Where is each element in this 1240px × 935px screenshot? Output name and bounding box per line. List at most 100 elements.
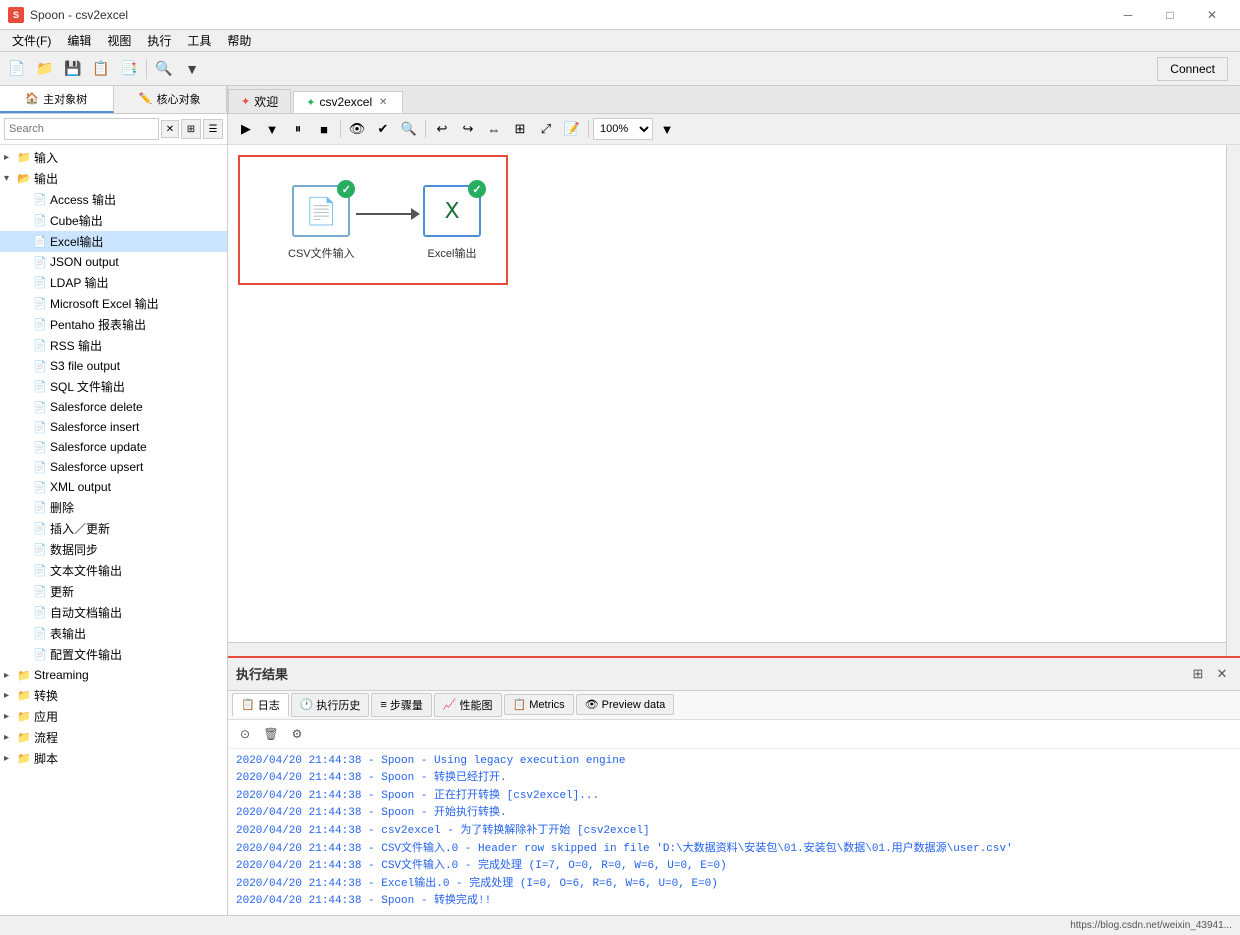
steps-tab-label: 步骤量 (390, 697, 423, 713)
notes-button[interactable]: 📝 (560, 117, 584, 141)
folder-icon: 📁 (16, 150, 32, 166)
align-button[interactable]: ⇔ (482, 117, 506, 141)
tab-csv2excel[interactable]: ✦ csv2excel ✕ (293, 91, 403, 113)
tree-item-Excel输出[interactable]: 📄Excel输出 (0, 231, 227, 252)
tree-item-转换[interactable]: ▸📁转换 (0, 685, 227, 706)
close-button[interactable]: ✕ (1192, 1, 1232, 29)
tree-item-脚本[interactable]: ▸📁脚本 (0, 748, 227, 769)
check-button[interactable]: ✔ (371, 117, 395, 141)
tree-item-更新[interactable]: 📄更新 (0, 581, 227, 602)
tree-item-RSS_输出[interactable]: 📄RSS 输出 (0, 335, 227, 356)
tree-item-XML_output[interactable]: 📄XML output (0, 477, 227, 497)
tree-item-Streaming[interactable]: ▸📁Streaming (0, 665, 227, 685)
leaf-icon: 📄 (32, 419, 48, 435)
tree-item-Access_输出[interactable]: 📄Access 输出 (0, 189, 227, 210)
tree-item-label: Streaming (34, 668, 89, 682)
tree-expand-button[interactable]: ⊞ (181, 119, 201, 139)
menu-run[interactable]: 执行 (139, 30, 179, 51)
run-button[interactable]: ▶ (234, 117, 258, 141)
tree-item-Pentaho_报表输出[interactable]: 📄Pentaho 报表输出 (0, 314, 227, 335)
redo-button[interactable]: ↪ (456, 117, 480, 141)
tree-item-配置文件输出[interactable]: 📄配置文件输出 (0, 644, 227, 665)
dropdown-button[interactable]: ▼ (179, 56, 205, 82)
editor-toolbar: ▶ ▼ ⏸ ■ 👁 ✔ 🔍 ↩ ↪ ⇔ ⊞ ⤢ 📝 100% 50% 75% 1… (228, 114, 1240, 145)
tab-welcome[interactable]: ✦ 欢迎 (228, 89, 291, 113)
log-delete-button[interactable]: 🗑 (260, 723, 282, 745)
run-dropdown-button[interactable]: ▼ (260, 117, 284, 141)
tree-item-流程[interactable]: ▸📁流程 (0, 727, 227, 748)
tree-item-数据同步[interactable]: 📄数据同步 (0, 539, 227, 560)
menu-tools[interactable]: 工具 (179, 30, 219, 51)
canvas-scrollbar-vertical[interactable] (1226, 145, 1240, 656)
exec-tab-steps[interactable]: ≡ 步骤量 (371, 693, 431, 717)
minimize-button[interactable]: ─ (1108, 1, 1148, 29)
leaf-icon: 📄 (32, 358, 48, 374)
menu-view[interactable]: 视图 (99, 30, 139, 51)
csv-input-node[interactable]: 📄 ✓ CSV文件输入 (288, 185, 355, 261)
tree-item-插入／更新[interactable]: 📄插入／更新 (0, 518, 227, 539)
tree-item-Salesforce_upsert[interactable]: 📄Salesforce upsert (0, 457, 227, 477)
tree-item-S3_file_output[interactable]: 📄S3 file output (0, 356, 227, 376)
tree-item-表输出[interactable]: 📄表输出 (0, 623, 227, 644)
excel-output-node[interactable]: Ⅹ ✓ Excel输出 (423, 185, 481, 261)
tree-item-Microsoft_Excel_输出[interactable]: 📄Microsoft Excel 输出 (0, 293, 227, 314)
exec-tab-preview[interactable]: 👁 Preview data (576, 694, 675, 715)
tree-item-label: Salesforce delete (50, 400, 143, 414)
open-button[interactable]: 📁 (32, 56, 58, 82)
log-clear-button[interactable]: ⊙ (234, 723, 256, 745)
zoom-select[interactable]: 100% 50% 75% 125% 150% (593, 118, 653, 140)
exec-panel-close[interactable]: ✕ (1212, 664, 1232, 684)
tree-item-SQL_文件输出[interactable]: 📄SQL 文件输出 (0, 376, 227, 397)
tree-item-LDAP_输出[interactable]: 📄LDAP 输出 (0, 272, 227, 293)
save-as-button[interactable]: 📋 (88, 56, 114, 82)
save-all-button[interactable]: 📑 (116, 56, 142, 82)
analyze-button[interactable]: 🔍 (397, 117, 421, 141)
menu-file[interactable]: 文件(F) (4, 30, 59, 51)
exec-tab-metrics[interactable]: 📋 Metrics (504, 694, 574, 715)
tree-item-输出[interactable]: ▾📂输出 (0, 168, 227, 189)
csv-node-box[interactable]: 📄 ✓ (292, 185, 350, 237)
search-clear-button[interactable]: ✕ (161, 120, 179, 138)
tab-main-object-tree[interactable]: 🏠 主对象树 (0, 86, 114, 113)
snap-button[interactable]: ⊞ (508, 117, 532, 141)
zoom-dropdown-button[interactable]: ▼ (655, 117, 679, 141)
connect-button[interactable]: Connect (1157, 57, 1228, 81)
tree-item-文本文件输出[interactable]: 📄文本文件输出 (0, 560, 227, 581)
search-input[interactable] (4, 118, 159, 140)
explore-button[interactable]: 🔍 (151, 56, 177, 82)
new-button[interactable]: 📄 (4, 56, 30, 82)
log-settings-button[interactable]: ⚙ (286, 723, 308, 745)
tree-item-label: 自动文档输出 (50, 604, 122, 621)
leaf-icon: 📄 (32, 399, 48, 415)
tab-core-object[interactable]: ✏️ 核心对象 (114, 86, 228, 113)
tab-close-button[interactable]: ✕ (376, 95, 390, 109)
fit-button[interactable]: ⤢ (534, 117, 558, 141)
stop-button[interactable]: ■ (312, 117, 336, 141)
save-button[interactable]: 💾 (60, 56, 86, 82)
menu-help[interactable]: 帮助 (219, 30, 259, 51)
tree-item-应用[interactable]: ▸📁应用 (0, 706, 227, 727)
leaf-icon: 📄 (32, 521, 48, 537)
exec-panel-maximize[interactable]: ⊞ (1188, 664, 1208, 684)
canvas-area[interactable]: 📄 ✓ CSV文件输入 Ⅹ ✓ Excel输出 (228, 145, 1240, 656)
exec-tab-log[interactable]: 📋 日志 (232, 693, 289, 717)
tree-item-删除[interactable]: 📄删除 (0, 497, 227, 518)
canvas-scrollbar-horizontal[interactable] (228, 642, 1226, 656)
maximize-button[interactable]: □ (1150, 1, 1190, 29)
tree-item-Cube输出[interactable]: 📄Cube输出 (0, 210, 227, 231)
tree-item-自动文档输出[interactable]: 📄自动文档输出 (0, 602, 227, 623)
excel-node-box[interactable]: Ⅹ ✓ (423, 185, 481, 237)
tree-item-Salesforce_insert[interactable]: 📄Salesforce insert (0, 417, 227, 437)
tree-collapse-button[interactable]: ☰ (203, 119, 223, 139)
log-line-0: 2020/04/20 21:44:38 - Spoon - Using lega… (236, 753, 1232, 771)
tree-item-输入[interactable]: ▸📁输入 (0, 147, 227, 168)
pause-button[interactable]: ⏸ (286, 117, 310, 141)
undo-button[interactable]: ↩ (430, 117, 454, 141)
tree-item-Salesforce_update[interactable]: 📄Salesforce update (0, 437, 227, 457)
menu-edit[interactable]: 编辑 (59, 30, 99, 51)
tree-item-JSON_output[interactable]: 📄JSON output (0, 252, 227, 272)
exec-tab-perf[interactable]: 📈 性能图 (434, 693, 502, 717)
tree-item-Salesforce_delete[interactable]: 📄Salesforce delete (0, 397, 227, 417)
preview-button[interactable]: 👁 (345, 117, 369, 141)
exec-tab-history[interactable]: 🕐 执行历史 (291, 693, 370, 717)
